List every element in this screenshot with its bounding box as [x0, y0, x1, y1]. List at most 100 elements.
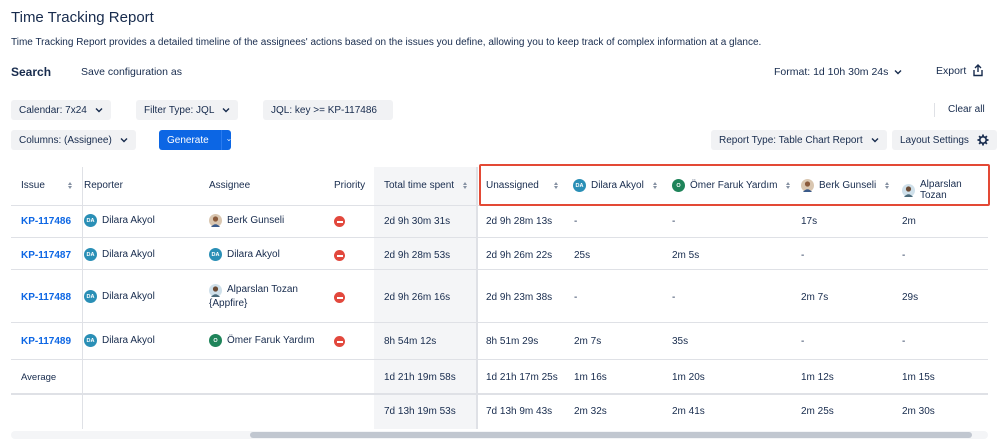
alparslan-cell: 2m 30s: [902, 406, 935, 417]
chevron-down-icon: [222, 108, 230, 113]
header-total-time[interactable]: Total time spent: [384, 180, 468, 191]
page-description: Time Tracking Report provides a detailed…: [11, 37, 762, 48]
header-issue[interactable]: Issue: [21, 180, 72, 191]
clear-all-button[interactable]: Clear all: [948, 104, 985, 115]
unassigned-cell: 2d 9h 23m 38s: [486, 292, 553, 303]
assignee-name: Dilara Akyol: [227, 249, 280, 260]
issue-link[interactable]: KP-117488: [21, 292, 71, 303]
header-assignee[interactable]: Assignee: [209, 180, 250, 191]
total-cell: 2d 9h 30m 31s: [384, 216, 451, 227]
layout-settings-label: Layout Settings: [900, 134, 969, 146]
berk-cell: 2m 7s: [801, 292, 829, 303]
header-priority[interactable]: Priority: [334, 180, 365, 191]
table-row: KP-117486 DA Dilara Akyol Berk Gunseli 2d…: [11, 206, 988, 238]
reporter-name: Dilara Akyol: [102, 215, 155, 226]
filter-type-dropdown[interactable]: Filter Type: JQL: [136, 100, 239, 120]
berk-cell: -: [801, 250, 805, 261]
omer-cell: 1m 20s: [672, 372, 705, 383]
priority-blocker-icon: [334, 336, 345, 347]
issue-link[interactable]: KP-117486: [21, 216, 71, 227]
export-label: Export: [936, 64, 967, 77]
filter-type-label: Filter Type: JQL: [144, 104, 215, 116]
sort-icon: [67, 182, 72, 189]
calendar-dropdown[interactable]: Calendar: 7x24: [11, 100, 111, 120]
dilara-cell: -: [574, 216, 578, 227]
export-button[interactable]: Export: [936, 64, 984, 77]
avatar: [209, 214, 222, 227]
divider: [934, 103, 935, 117]
total-cell: 1d 21h 19m 58s: [384, 372, 456, 383]
issue-link[interactable]: KP-117489: [21, 336, 71, 347]
omer-cell: 2m 41s: [672, 406, 705, 417]
unassigned-cell: 8h 51m 29s: [486, 336, 539, 347]
assignee-name: Alparslan Tozan: [227, 284, 298, 295]
berk-cell: 1m 12s: [801, 372, 834, 383]
reporter-cell: DA Dilara Akyol: [84, 334, 155, 347]
average-row: Average 1d 21h 19m 58s 1d 21h 17m 25s 1m…: [11, 360, 988, 395]
omer-cell: -: [672, 216, 676, 227]
total-cell: 2d 9h 26m 16s: [384, 292, 451, 303]
gear-icon: [977, 134, 989, 146]
columns-dropdown[interactable]: Columns: (Assignee): [11, 130, 136, 150]
issue-link[interactable]: KP-117487: [21, 250, 71, 261]
assignee-cell: O Ömer Faruk Yardım: [209, 334, 314, 347]
omer-cell: 35s: [672, 336, 689, 347]
assignee-org: {Appfire}: [209, 298, 248, 309]
header-reporter[interactable]: Reporter: [84, 180, 123, 191]
avatar: [209, 284, 222, 297]
chevron-down-icon: [95, 108, 103, 113]
avatar: O: [209, 334, 222, 347]
search-label: Search: [11, 65, 52, 79]
omer-cell: -: [672, 292, 676, 303]
berk-cell: -: [801, 336, 805, 347]
priority-blocker-icon: [334, 292, 345, 303]
reporter-name: Dilara Akyol: [102, 291, 155, 302]
unassigned-cell: 2d 9h 26m 22s: [486, 250, 553, 261]
alparslan-cell: -: [902, 250, 906, 261]
generate-button[interactable]: Generate: [159, 130, 231, 150]
scrollbar-thumb[interactable]: [250, 432, 972, 438]
priority-cell: [334, 336, 345, 347]
unassigned-cell: 7d 13h 9m 43s: [486, 406, 553, 417]
alparslan-cell: 2m: [902, 216, 916, 227]
reporter-cell: DA Dilara Akyol: [84, 290, 155, 303]
jql-label: JQL: key >= KP-117486: [271, 104, 377, 116]
calendar-label: Calendar: 7x24: [19, 104, 87, 116]
chevron-down-icon: [120, 138, 128, 143]
dilara-cell: 25s: [574, 250, 591, 261]
assignee-name: Berk Gunseli: [227, 215, 285, 226]
assignee-name: Ömer Faruk Yardım: [227, 335, 315, 346]
unassigned-cell: 2d 9h 28m 13s: [486, 216, 553, 227]
assignee-cell: Berk Gunseli: [209, 214, 284, 227]
save-configuration-button[interactable]: Save configuration as: [81, 66, 182, 78]
avatar: DA: [84, 290, 97, 303]
priority-cell: [334, 292, 345, 303]
alparslan-cell: -: [902, 336, 906, 347]
avatar: DA: [84, 334, 97, 347]
reporter-cell: DA Dilara Akyol: [84, 248, 155, 261]
average-label: Average: [21, 372, 57, 383]
page-title: Time Tracking Report: [11, 9, 154, 26]
report-type-label: Report Type: Table Chart Report: [719, 134, 863, 146]
reporter-cell: DA Dilara Akyol: [84, 214, 155, 227]
priority-blocker-icon: [334, 250, 345, 261]
report-type-dropdown[interactable]: Report Type: Table Chart Report: [711, 130, 887, 150]
avatar: DA: [209, 248, 222, 261]
generate-label: Generate: [167, 134, 209, 146]
dilara-cell: -: [574, 292, 578, 303]
unassigned-cell: 1d 21h 17m 25s: [486, 372, 558, 383]
header-total-label: Total time spent: [384, 180, 455, 191]
table-row: KP-117488 DA Dilara Akyol Alparslan Tozan…: [11, 270, 988, 323]
format-label: Format: 1d 10h 30m 24s: [774, 66, 889, 78]
jql-field[interactable]: JQL: key >= KP-117486: [263, 100, 393, 120]
priority-blocker-icon: [334, 216, 345, 227]
omer-cell: 2m 5s: [672, 250, 700, 261]
dilara-cell: 2m 32s: [574, 406, 607, 417]
chevron-down-icon: [894, 70, 902, 75]
layout-settings-button[interactable]: Layout Settings: [892, 130, 997, 150]
table-row: KP-117487 DA Dilara Akyol DA Dilara Akyol …: [11, 238, 988, 270]
avatar: DA: [84, 248, 97, 261]
table-row: KP-117489 DA Dilara Akyol O Ömer Faruk Yar…: [11, 323, 988, 360]
format-dropdown[interactable]: Format: 1d 10h 30m 24s: [774, 66, 902, 78]
priority-cell: [334, 250, 345, 261]
